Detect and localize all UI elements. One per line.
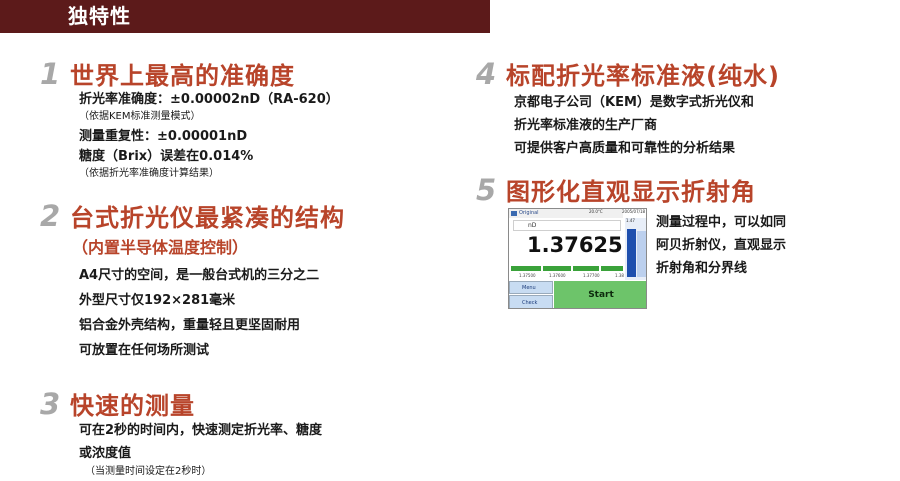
scale-tick: 1.38 [615,273,624,278]
feature-number: 3 [40,387,61,421]
feature-number: 2 [40,199,61,233]
speed-line-2: 或浓度值 [79,446,132,461]
size-line: A4尺寸的空间，是一般台式机的三分之二 [79,268,320,283]
feature-4: 4 标配折光率标准液(纯水) [476,56,780,91]
feature-5: 5 图形化直观显示折射角 [476,172,756,207]
scale-bar-segment [601,266,623,271]
feature-title: 标配折光率标准液(纯水) [506,62,780,90]
device-menu-button: Menu [509,281,553,294]
feature-title: 世界上最高的准确度 [70,62,295,90]
repeatability-line: 测量重复性：±0.00001nD [79,129,248,144]
graphic-line: 测量过程中，可以如同 [656,215,787,230]
feature-2: 2 台式折光仪最紧凑的结构 [40,198,345,233]
brix-line: 糖度（Brix）误差在0.014% [79,149,254,164]
mode-icon [511,211,517,216]
feature-title: 台式折光仪最紧凑的结构 [70,204,345,232]
scale-bar-segment [573,266,599,271]
feature-title: 图形化直观显示折射角 [506,178,756,206]
speed-note: （当测量时间设定在2秒时） [85,466,212,477]
feature-1-body: 折光率准确度：±0.00002nD（RA-620） （依据KEM标准测量模式） … [79,90,339,181]
page-title: 独特性 [68,4,131,28]
scale-tick: 1.37700 [583,273,600,278]
feature-number: 5 [476,173,497,207]
feature-number: 4 [476,57,497,91]
kem-line-2: 折光率标准液的生产厂商 [514,118,658,133]
device-temperature: 20.0°C [589,209,603,214]
brix-note: （依据折光率准确度计算结果） [79,168,219,179]
refraction-dark-band [627,229,636,277]
feature-5-body: 测量过程中，可以如同 阿贝折射仪，直观显示 折射角和分界线 [656,211,786,280]
device-reading: 1.37625 [527,233,623,257]
feature-title: 快速的测量 [70,392,195,420]
device-unit: nD [513,220,621,231]
dimension-line: 外型尺寸仅192×281毫米 [79,293,236,308]
device-mode-label: Original [509,209,623,218]
feature-2-body: A4尺寸的空间，是一般台式机的三分之二 外型尺寸仅192×281毫米 铝合金外壳… [79,263,319,363]
scale-tick: 1.37500 [519,273,536,278]
scale-tick: 1.37600 [549,273,566,278]
scale-ticks: 1.37500 1.37600 1.37700 1.38 [511,272,625,280]
kem-line: 京都电子公司（KEM）是数字式折光仪和 [514,95,754,110]
feature-3: 3 快速的测量 [40,386,195,421]
kem-line-3: 可提供客户高质量和可靠性的分析结果 [514,141,736,156]
scale-bar-segment [543,266,571,271]
refraction-light-band [637,231,646,277]
device-screen-image: Original 20.0°C 2005/07/18 nD 1.37625 1.… [508,208,647,309]
feature-3-body: 可在2秒的时间内，快速测定折光率、糖度 或浓度值 （当测量时间设定在2秒时） [79,419,322,479]
side-value: 1.47 [626,218,635,223]
graphic-line-3: 折射角和分界线 [656,261,748,276]
feature-subtitle: （内置半导体温度控制） [72,238,249,257]
scale-bar-segment [511,266,541,271]
placement-line: 可放置在任何场所测试 [79,343,210,358]
housing-line: 铝合金外壳结构，重量轻且更坚固耐用 [79,318,301,333]
feature-number: 1 [40,57,61,91]
speed-line: 可在2秒的时间内，快速测定折光率、糖度 [79,423,323,438]
accuracy-line: 折光率准确度：±0.00002nD（RA-620） [79,92,339,107]
device-start-button: Start [554,281,646,308]
feature-1: 1 世界上最高的准确度 [40,56,295,91]
device-check-button: Check [509,295,553,308]
accuracy-note: （依据KEM标准测量模式） [79,111,201,122]
device-date: 2005/07/18 [622,209,646,214]
feature-4-body: 京都电子公司（KEM）是数字式折光仪和 折光率标准液的生产厂商 可提供客户高质量… [514,91,754,160]
graphic-line-2: 阿贝折射仪，直观显示 [656,238,787,253]
